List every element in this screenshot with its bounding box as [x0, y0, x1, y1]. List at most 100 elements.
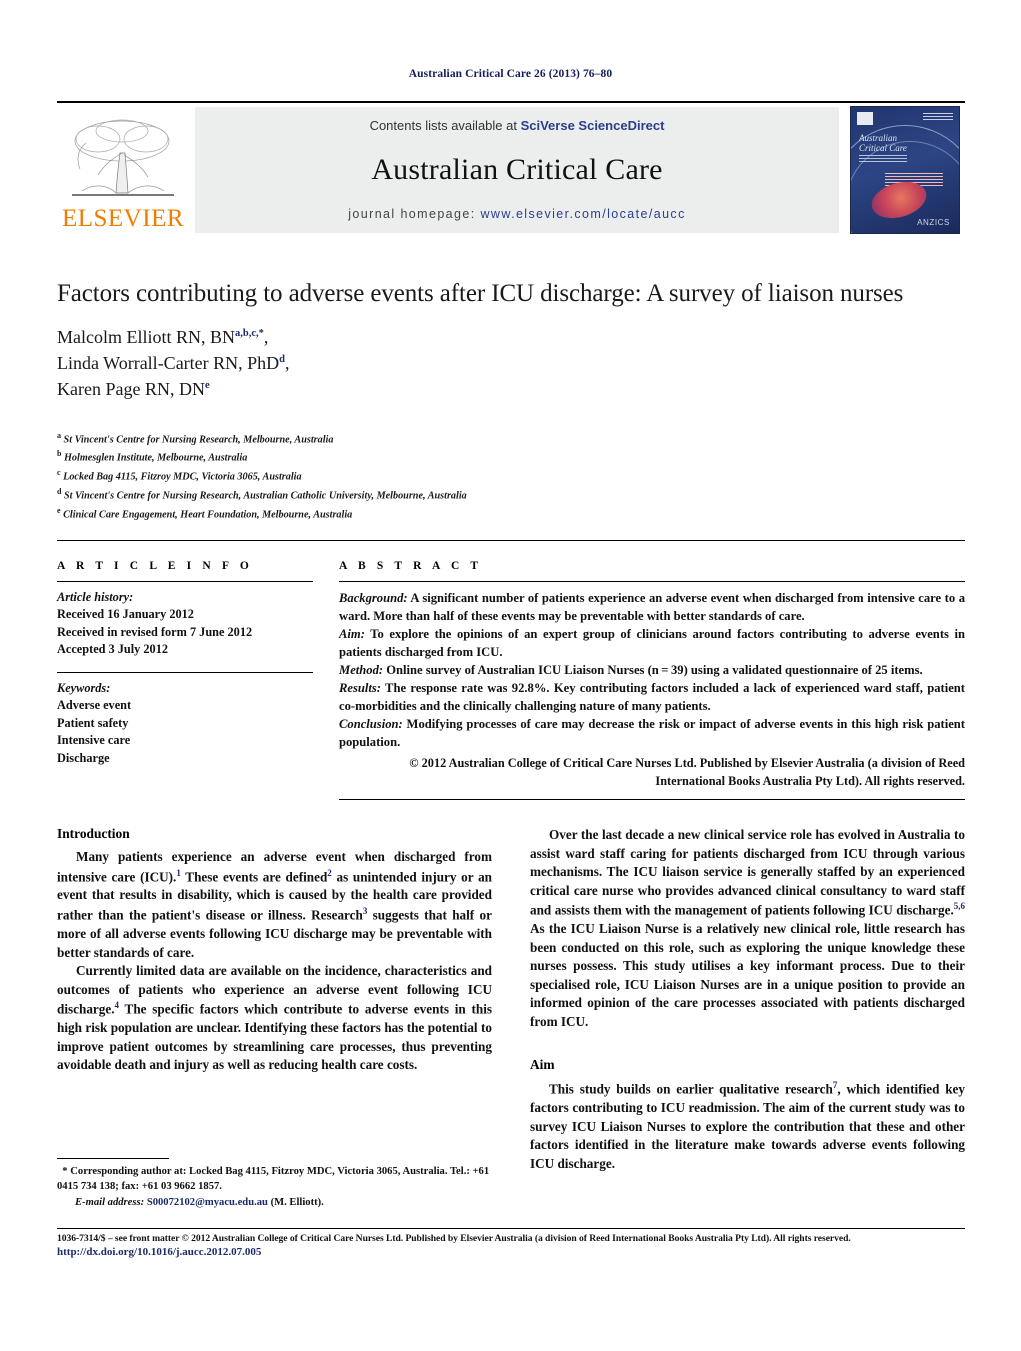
contents-prefix: Contents lists available at [369, 118, 521, 133]
divider [339, 581, 965, 582]
affiliation-marker: e [57, 506, 61, 516]
author-entry: Malcolm Elliott RN, BNa,b,c,*, [57, 324, 965, 350]
affiliation-item: e Clinical Care Engagement, Heart Founda… [57, 505, 965, 524]
abstract-section: Background: A significant number of pati… [339, 589, 965, 625]
abstract-label: A B S T R A C T [339, 560, 483, 572]
cover-subtitle-lines [859, 155, 907, 164]
citation-ref[interactable]: 5,6 [954, 901, 965, 911]
contents-lists-line: Contents lists available at SciVerse Sci… [370, 118, 665, 133]
info-abstract-block: A R T I C L E I N F O Article history: R… [57, 540, 965, 801]
elsevier-tree-icon [72, 119, 174, 196]
article-history-label: Article history: [57, 590, 134, 604]
paragraph-text: These events are defined [180, 868, 328, 884]
section-heading-introduction: Introduction [57, 826, 130, 841]
abstract-section-lead: Aim: [339, 627, 365, 641]
paragraph: Over the last decade a new clinical serv… [530, 826, 965, 1031]
keyword-item: Intensive care [57, 733, 131, 748]
author-separator: , [285, 353, 290, 374]
paragraph-text: As the ICU Liaison Nurse is a relatively… [530, 921, 965, 1029]
email-link[interactable]: S00072102@myacu.edu.au [147, 1197, 268, 1208]
affiliation-marker: c [57, 468, 61, 478]
divider [339, 799, 965, 801]
affiliation-text: St Vincent's Centre for Nursing Research… [63, 433, 334, 445]
paragraph: Many patients experience an adverse even… [57, 848, 492, 962]
affiliation-text: Clinical Care Engagement, Heart Foundati… [63, 509, 353, 521]
affiliation-marker: d [57, 487, 62, 497]
cover-society-logo: ANZICS [917, 218, 950, 227]
paper-page: Australian Critical Care 26 (2013) 76–80 [0, 0, 1021, 1351]
abstract-section-lead: Results: [339, 681, 381, 695]
keyword-item: Discharge [57, 750, 110, 765]
abstract-section-lead: Background: [339, 591, 408, 605]
cover-title-line1: Australian [859, 133, 898, 143]
author-entry: Linda Worrall-Carter RN, PhDd, [57, 350, 965, 376]
journal-banner: Contents lists available at SciVerse Sci… [195, 107, 839, 233]
abstract-column: A B S T R A C T Background: A significan… [339, 560, 965, 801]
cover-title-line2: Critical Care [859, 143, 907, 154]
abstract-section-text: The response rate was 92.8%. Key contrib… [339, 681, 965, 713]
abstract-copyright: © 2012 Australian College of Critical Ca… [409, 756, 965, 788]
email-owner: (M. Elliott). [267, 1196, 324, 1208]
history-item: Received 16 January 2012 [57, 607, 194, 622]
paragraph: This study builds on earlier qualitative… [530, 1079, 965, 1173]
sciencedirect-link[interactable]: SciVerse ScienceDirect [521, 118, 665, 133]
footnote-text: * Corresponding author at: Locked Bag 41… [57, 1164, 492, 1210]
keywords-label: Keywords: [57, 680, 111, 695]
author-name: Karen Page RN, DN [57, 379, 205, 400]
article-history: Article history: Received 16 January 201… [57, 589, 313, 659]
author-separator: , [263, 327, 269, 348]
article-info-label: A R T I C L E I N F O [57, 560, 253, 572]
page-title: Factors contributing to adverse events a… [57, 280, 904, 307]
affiliation-item: d St Vincent's Centre for Nursing Resear… [57, 486, 965, 505]
article-header: Factors contributing to adverse events a… [57, 278, 965, 524]
affiliation-item: c Locked Bag 4115, Fitzroy MDC, Victoria… [57, 467, 965, 486]
keyword-item: Adverse event [57, 698, 132, 713]
abstract-section-lead: Conclusion: [339, 717, 403, 731]
doi-link[interactable]: http://dx.doi.org/10.1016/j.aucc.2012.07… [57, 1246, 965, 1258]
author-list: Malcolm Elliott RN, BNa,b,c,*, Linda Wor… [57, 324, 965, 402]
affiliation-text: Locked Bag 4115, Fitzroy MDC, Victoria 3… [63, 471, 302, 483]
journal-cover-thumbnail: Australian Critical Care ANZICS [845, 106, 965, 234]
affiliation-marker: b [57, 449, 62, 459]
section-heading-aim: Aim [530, 1057, 555, 1073]
paragraph-text: The specific factors which contribute to… [57, 1001, 492, 1073]
footnote-rule [57, 1158, 169, 1159]
divider [57, 581, 313, 582]
affiliation-text: St Vincent's Centre for Nursing Research… [64, 490, 467, 502]
elsevier-logo: ELSEVIER [57, 107, 189, 233]
article-info-column: A R T I C L E I N F O Article history: R… [57, 560, 313, 800]
elsevier-wordmark: ELSEVIER [61, 205, 185, 232]
footnote-corresponding-text: Corresponding author at: Locked Bag 4115… [57, 1166, 490, 1193]
author-name: Linda Worrall-Carter RN, PhD [57, 353, 280, 374]
body-columns: Introduction Many patients experience an… [57, 826, 965, 1174]
journal-title: Australian Critical Care [371, 153, 663, 186]
author-name: Malcolm Elliott RN, BN [57, 327, 235, 348]
affiliation-item: a St Vincent's Centre for Nursing Resear… [57, 430, 965, 449]
footer-copyright: 1036-7314/$ – see front matter © 2012 Au… [57, 1233, 851, 1244]
paragraph-text: Over the last decade a new clinical serv… [530, 827, 965, 918]
journal-homepage-line: journal homepage: www.elsevier.com/locat… [348, 207, 685, 221]
affiliation-item: b Holmesglen Institute, Melbourne, Austr… [57, 448, 965, 467]
history-item: Accepted 3 July 2012 [57, 642, 169, 657]
homepage-prefix: journal homepage: [348, 207, 481, 221]
keyword-item: Patient safety [57, 715, 129, 730]
cover-elsevier-mark [857, 112, 873, 125]
history-item: Received in revised form 7 June 2012 [57, 624, 253, 639]
footnote-email-line: E-mail address: S00072102@myacu.edu.au (… [57, 1195, 492, 1210]
body-column-left: Introduction Many patients experience an… [57, 826, 492, 1174]
abstract-section: Results: The response rate was 92.8%. Ke… [339, 679, 965, 715]
email-label: E-mail address: [75, 1196, 145, 1208]
paragraph-text: This study builds on earlier qualitative… [549, 1081, 833, 1097]
abstract-section-text: To explore the opinions of an expert gro… [339, 627, 965, 659]
abstract-section: Conclusion: Modifying processes of care … [339, 715, 965, 751]
cover-image: Australian Critical Care ANZICS [850, 106, 960, 234]
running-head: Australian Critical Care 26 (2013) 76–80 [408, 68, 613, 80]
journal-masthead: ELSEVIER Contents lists available at Sci… [57, 101, 965, 234]
author-affil-marker: a,b,c,* [235, 328, 264, 340]
homepage-url-link[interactable]: www.elsevier.com/locate/aucc [480, 207, 685, 221]
abstract-section-text: Modifying processes of care may decrease… [339, 717, 965, 749]
affiliation-text: Holmesglen Institute, Melbourne, Austral… [64, 452, 248, 464]
abstract-section-text: A significant number of patients experie… [339, 591, 965, 623]
cover-volume-lines [923, 113, 953, 120]
page-footer: 1036-7314/$ – see front matter © 2012 Au… [57, 1228, 965, 1258]
